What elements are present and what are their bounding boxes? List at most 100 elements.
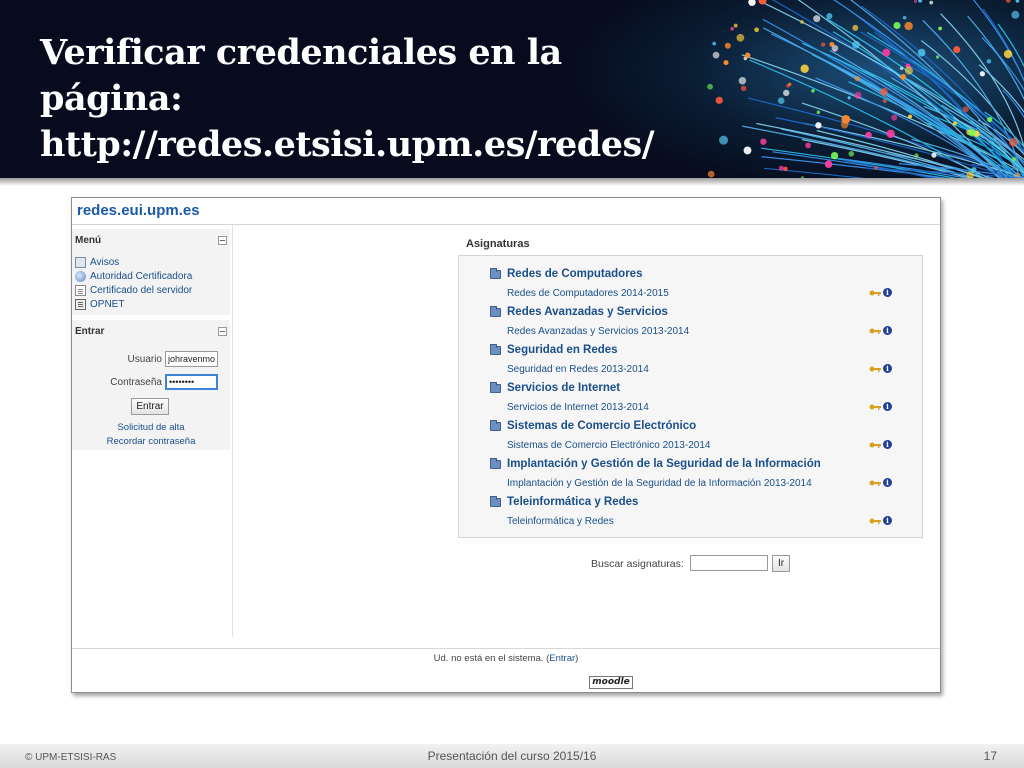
search-label: Buscar asignaturas: [591,558,684,570]
password-input[interactable] [165,374,218,390]
fiber-light [707,83,713,90]
fiber-light [917,48,926,57]
fiber-light [783,166,788,172]
menu-item-opnet[interactable]: OPNET [75,297,192,311]
fiber-light [816,110,821,114]
course-category-link[interactable]: Servicios de Internet [507,382,620,394]
fiber-light [830,151,839,160]
fiber-light [719,135,729,145]
file-icon [75,298,86,310]
fiber-light [805,142,811,149]
site-header: redes.eui.upm.es [72,198,940,225]
course-link[interactable]: Implantación y Gestión de la Seguridad d… [507,478,812,489]
fiber-light [874,166,878,170]
course-link[interactable]: Teleinformática y Redes [507,516,614,527]
username-input[interactable] [165,351,218,367]
footer-divider [72,648,940,649]
fiber-light [743,146,752,155]
fiber-light [904,66,913,75]
folder-icon [490,344,501,355]
moodle-logo[interactable]: moodle [589,676,633,689]
fiber-light [882,48,891,57]
menu-item-label: Autoridad Certificadora [90,270,193,282]
forum-icon [75,256,86,268]
fiber-light [936,55,940,59]
slide-title-line-1: Verificar credenciales en la [40,32,562,73]
login-info-link[interactable]: Entrar [549,653,575,664]
collapse-icon[interactable] [218,236,227,245]
fiber-light [740,85,747,92]
fiber-light [712,51,720,59]
key-icon [869,442,881,448]
menu-item-label: Certificado del servidor [90,284,193,296]
info-icon[interactable]: i [883,326,892,335]
fiber-light [760,138,767,145]
info-icon[interactable]: i [883,478,892,487]
fiber-light [1014,172,1020,178]
fiber-light [929,0,934,5]
fiber-light [880,87,888,96]
menu-item-label: Avisos [90,256,120,268]
slide-title: Verificar credenciales en la página: htt… [40,30,655,168]
collapse-icon[interactable] [218,327,227,336]
course-category-link[interactable]: Implantación y Gestión de la Seguridad d… [507,458,821,470]
fiber-light [730,26,734,31]
menu-item-avisos[interactable]: Avisos [75,255,192,269]
fiber-light [786,84,790,88]
key-icon [869,366,881,372]
info-icon[interactable]: i [883,402,892,411]
course-link[interactable]: Sistemas de Comercio Electrónico 2013-20… [507,440,710,451]
fiber-light [865,131,872,139]
course-item: Sistemas de Comercio Electrónico Sistema… [459,416,922,454]
menu-item-autoridad-certificadora[interactable]: Autoridad Certificadora [75,269,192,283]
fiber-light [1003,49,1013,59]
fiber-light [962,106,969,113]
fiber-light [952,121,958,126]
course-link[interactable]: Servicios de Internet 2013-2014 [507,402,649,413]
course-link[interactable]: Redes Avanzadas y Servicios 2013-2014 [507,326,689,337]
fiber-light [953,46,961,54]
moodle-screenshot: redes.eui.upm.es Menú Avisos Autoridad C… [71,197,941,693]
course-category-link[interactable]: Redes Avanzadas y Servicios [507,306,668,318]
login-info: Ud. no está en el sistema. (Entrar) [72,653,940,664]
forgot-password-link[interactable]: Recordar contraseña [72,436,230,447]
course-item: Servicios de Internet Servicios de Inter… [459,378,922,416]
password-row: Contraseña [72,374,230,392]
course-category-link[interactable]: Sistemas de Comercio Electrónico [507,420,696,432]
fiber-light [986,59,992,64]
course-category-link[interactable]: Redes de Computadores [507,268,642,280]
login-info-prefix: Ud. no está en el sistema. ( [433,653,550,664]
fiber-light [707,170,715,178]
course-category-link[interactable]: Seguridad en Redes [507,344,618,356]
fiber-light [712,41,717,46]
globe-icon [75,270,86,282]
fiber-light [800,20,804,24]
signup-link[interactable]: Solicitud de alta [72,422,230,433]
username-row: Usuario [72,351,230,369]
course-link[interactable]: Seguridad en Redes 2013-2014 [507,364,649,375]
course-category-link[interactable]: Teleinformática y Redes [507,496,638,508]
folder-icon [490,306,501,317]
login-button[interactable]: Entrar [131,398,169,415]
info-icon[interactable]: i [883,440,892,449]
course-item: Teleinformática y Redes Teleinformática … [459,492,922,530]
fiber-light [852,40,860,49]
fiber-light [900,73,907,80]
fiber-light [938,26,943,31]
fiber-light [914,153,919,158]
menu-item-certificado-servidor[interactable]: Certificado del servidor [75,283,192,297]
search-input[interactable] [690,555,768,571]
info-icon[interactable]: i [883,288,892,297]
info-icon[interactable]: i [883,364,892,373]
course-link[interactable]: Redes de Computadores 2014-2015 [507,288,669,299]
site-title-link[interactable]: redes.eui.upm.es [77,202,200,219]
fiber-light [902,15,907,20]
fiber-light [778,165,784,171]
login-info-suffix: ) [575,653,579,664]
search-button[interactable]: Ir [772,555,790,572]
page-number: 17 [983,749,997,763]
fiber-light [754,27,759,33]
folder-icon [490,496,501,507]
info-icon[interactable]: i [883,516,892,525]
header-shadow [0,178,1024,186]
